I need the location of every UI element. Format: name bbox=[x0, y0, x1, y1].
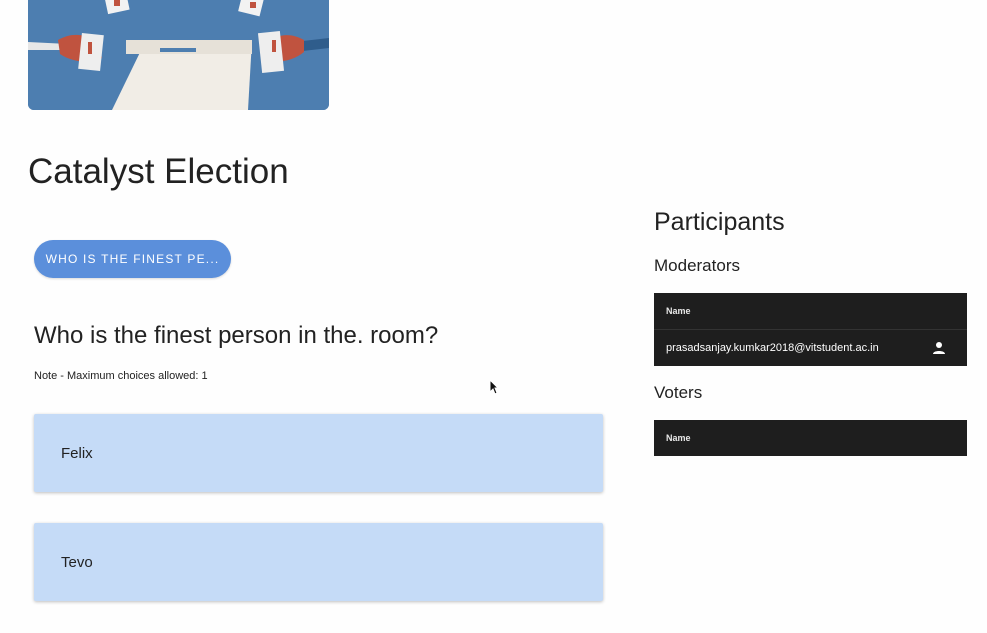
participants-heading: Participants bbox=[654, 208, 785, 236]
max-choices-note: Note - Maximum choices allowed: 1 bbox=[34, 370, 208, 382]
option-card-felix[interactable]: Felix bbox=[34, 414, 603, 492]
mouse-cursor-icon bbox=[489, 378, 500, 395]
voters-name-header: Name bbox=[666, 433, 691, 443]
election-page: Catalyst Election WHO IS THE FINEST PE..… bbox=[0, 0, 987, 633]
moderators-name-header: Name bbox=[666, 306, 691, 316]
ballot-box-illustration bbox=[28, 0, 329, 110]
voters-heading: Voters bbox=[654, 383, 703, 402]
question-text: Who is the finest person in the. room? bbox=[34, 322, 439, 349]
moderator-email: prasadsanjay.kumkar2018@vitstudent.ac.in bbox=[666, 342, 879, 354]
person-icon bbox=[931, 340, 947, 356]
option-label: Tevo bbox=[61, 553, 93, 571]
option-card-tevo[interactable]: Tevo bbox=[34, 523, 603, 601]
moderators-table: Name prasadsanjay.kumkar2018@vitstudent.… bbox=[654, 293, 967, 366]
moderators-heading: Moderators bbox=[654, 256, 740, 275]
table-row: prasadsanjay.kumkar2018@vitstudent.ac.in bbox=[654, 329, 967, 366]
election-title: Catalyst Election bbox=[28, 152, 289, 191]
option-label: Felix bbox=[61, 444, 93, 462]
voters-table: Name bbox=[654, 420, 967, 456]
question-tab-button[interactable]: WHO IS THE FINEST PE... bbox=[34, 240, 231, 278]
